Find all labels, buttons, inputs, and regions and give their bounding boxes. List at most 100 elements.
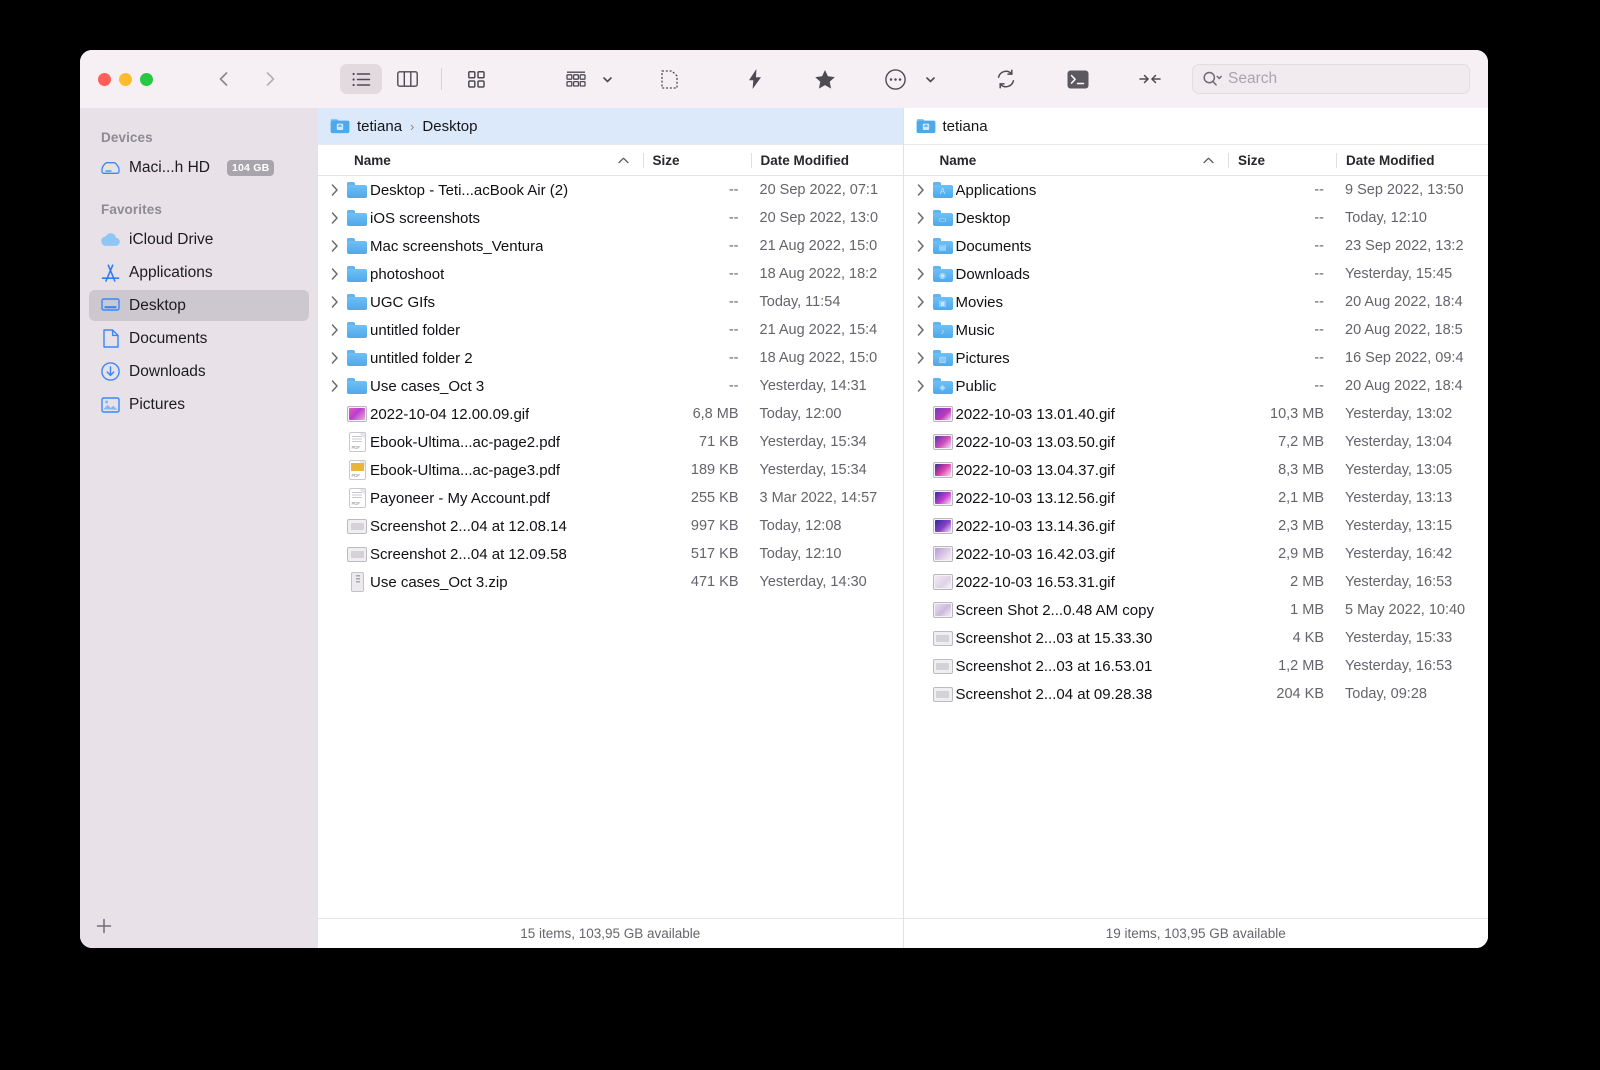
back-icon[interactable] (214, 69, 234, 89)
file-name-label: untitled folder 2 (370, 349, 473, 367)
table-row[interactable]: 2022-10-03 16.42.03.gif 2,9 MB Yesterday, … (904, 540, 1489, 568)
column-date-modified[interactable]: Date Modified (750, 152, 903, 168)
sidebar-item-documents[interactable]: Documents (89, 323, 309, 354)
table-row[interactable]: Desktop - Teti...acBook Air (2) -- 20 Sep … (318, 176, 903, 204)
table-row[interactable]: Mac screenshots_Ventura -- 21 Aug 2022, 15… (318, 232, 903, 260)
table-row[interactable]: untitled folder 2 -- 18 Aug 2022, 15:0 (318, 344, 903, 372)
chevron-right-icon[interactable] (326, 352, 344, 364)
table-row[interactable]: 2022-10-03 13.03.50.gif 7,2 MB Yesterday, … (904, 428, 1489, 456)
table-row[interactable]: A Applications -- 9 Sep 2022, 13:50 (904, 176, 1489, 204)
quick-actions-icon[interactable] (734, 64, 776, 94)
add-sidebar-item-button[interactable] (94, 916, 114, 936)
search-field[interactable]: Search (1192, 64, 1470, 94)
terminal-icon[interactable] (1057, 64, 1099, 94)
row-name-cell: 2022-10-03 13.03.50.gif (904, 434, 1229, 451)
table-row[interactable]: Screenshot 2...03 at 16.53.01 1,2 MB Yeste… (904, 652, 1489, 680)
chevron-right-icon[interactable] (326, 268, 344, 280)
breadcrumb-part-1[interactable]: Desktop (422, 118, 477, 135)
chevron-right-icon[interactable] (326, 240, 344, 252)
table-row[interactable]: iOS screenshots -- 20 Sep 2022, 13:0 (318, 204, 903, 232)
merge-panes-icon[interactable] (1129, 64, 1171, 94)
table-row[interactable]: 2022-10-03 13.01.40.gif 10,3 MB Yesterday,… (904, 400, 1489, 428)
chevron-right-icon[interactable] (912, 184, 930, 196)
column-size[interactable]: Size (642, 152, 751, 168)
more-actions-icon[interactable] (874, 64, 916, 94)
chevron-right-icon[interactable] (912, 352, 930, 364)
list-view-button[interactable] (340, 64, 382, 94)
gif-thumbnail-icon (932, 462, 953, 478)
table-row[interactable]: ▣ Movies -- 20 Aug 2022, 18:4 (904, 288, 1489, 316)
file-list-left[interactable]: Desktop - Teti...acBook Air (2) -- 20 Sep … (318, 176, 903, 918)
sidebar-item-downloads[interactable]: Downloads (89, 356, 309, 387)
table-row[interactable]: ♪ Music -- 20 Aug 2022, 18:5 (904, 316, 1489, 344)
table-row[interactable]: Use cases_Oct 3 -- Yesterday, 14:31 (318, 372, 903, 400)
status-bar-right: 19 items, 103,95 GB available (903, 918, 1488, 948)
chevron-right-icon[interactable] (912, 324, 930, 336)
column-size[interactable]: Size (1228, 152, 1336, 168)
group-by-button[interactable] (555, 64, 597, 94)
sidebar-item-macintosh-hd[interactable]: Maci...h HD 104 GB (89, 152, 309, 183)
sidebar-item-pictures[interactable]: Pictures (89, 389, 309, 420)
table-row[interactable]: ▨ Pictures -- 16 Sep 2022, 09:4 (904, 344, 1489, 372)
chevron-right-icon[interactable] (912, 268, 930, 280)
column-name[interactable]: Name (904, 153, 1229, 168)
chevron-down-icon[interactable] (601, 73, 614, 86)
column-name[interactable]: Name (318, 153, 643, 168)
breadcrumb-part-0[interactable]: tetiana (943, 118, 988, 135)
table-row[interactable]: Screen Shot 2...0.48 AM copy 1 MB 5 May 20… (904, 596, 1489, 624)
table-row[interactable]: Screenshot 2...04 at 12.08.14 997 KB Today… (318, 512, 903, 540)
breadcrumb-part-0[interactable]: tetiana (357, 118, 402, 135)
chevron-right-icon[interactable] (326, 296, 344, 308)
table-row[interactable]: Screenshot 2...03 at 15.33.30 4 KB Yesterd… (904, 624, 1489, 652)
table-row[interactable]: Screenshot 2...04 at 09.28.38 204 KB Today… (904, 680, 1489, 708)
table-row[interactable]: ▭ Desktop -- Today, 12:10 (904, 204, 1489, 232)
chevron-right-icon[interactable] (326, 184, 344, 196)
table-row[interactable]: untitled folder -- 21 Aug 2022, 15:4 (318, 316, 903, 344)
close-button[interactable] (98, 72, 111, 86)
sidebar-item-applications[interactable]: Applications (89, 257, 309, 288)
table-row[interactable]: PDF Ebook-Ultima...ac-page3.pdf 189 KB Yest… (318, 456, 903, 484)
file-name-label: Movies (955, 293, 1004, 311)
row-size-cell: 2,9 MB (1278, 546, 1324, 562)
table-row[interactable]: Use cases_Oct 3.zip 471 KB Yesterday, 14:3… (318, 568, 903, 596)
table-row[interactable]: 2022-10-03 13.12.56.gif 2,1 MB Yesterday, … (904, 484, 1489, 512)
chevron-right-icon[interactable] (326, 212, 344, 224)
chevron-down-icon-2[interactable] (924, 73, 937, 86)
sidebar-item-desktop[interactable]: Desktop (89, 290, 309, 321)
table-row[interactable]: 2022-10-03 13.14.36.gif 2,3 MB Yesterday, … (904, 512, 1489, 540)
breadcrumb-right[interactable]: tetiana (904, 108, 1489, 144)
sidebar-item-icloud-drive[interactable]: iCloud Drive (89, 224, 309, 255)
table-row[interactable]: UGC GIfs -- Today, 11:54 (318, 288, 903, 316)
column-view-button[interactable] (386, 64, 428, 94)
tag-star-icon[interactable] (804, 64, 846, 94)
row-size-cell: -- (1314, 322, 1324, 338)
preview-pane-button[interactable] (648, 64, 690, 94)
sync-icon[interactable] (985, 64, 1027, 94)
table-row[interactable]: PDF Ebook-Ultima...ac-page2.pdf 71 KB Yeste… (318, 428, 903, 456)
chevron-right-icon[interactable] (326, 380, 344, 392)
table-row[interactable]: PDF Payoneer - My Account.pdf 255 KB 3 Mar … (318, 484, 903, 512)
table-row[interactable]: 2022-10-04 12.00.09.gif 6,8 MB Today, 12:0… (318, 400, 903, 428)
zoom-button[interactable] (140, 72, 153, 86)
breadcrumb-left[interactable]: tetiana › Desktop (318, 108, 903, 144)
chevron-right-icon[interactable] (912, 380, 930, 392)
forward-icon[interactable] (260, 69, 280, 89)
minimize-button[interactable] (119, 72, 132, 86)
table-row[interactable]: ◉ Downloads -- Yesterday, 15:45 (904, 260, 1489, 288)
table-row[interactable]: 2022-10-03 16.53.31.gif 2 MB Yesterday, 16… (904, 568, 1489, 596)
table-row[interactable]: Screenshot 2...04 at 12.09.58 517 KB Today… (318, 540, 903, 568)
table-row[interactable]: photoshoot -- 18 Aug 2022, 18:2 (318, 260, 903, 288)
row-size-cell: 2,1 MB (1278, 490, 1324, 506)
chevron-right-icon[interactable] (912, 296, 930, 308)
column-date-modified[interactable]: Date Modified (1336, 152, 1488, 168)
table-row[interactable]: 2022-10-03 13.04.37.gif 8,3 MB Yesterday, … (904, 456, 1489, 484)
file-list-right[interactable]: A Applications -- 9 Sep 2022, 13:50 ▭ Desktop… (904, 176, 1489, 918)
chevron-right-icon[interactable] (326, 324, 344, 336)
table-row[interactable]: ◈ Public -- 20 Aug 2022, 18:4 (904, 372, 1489, 400)
gallery-view-button[interactable] (455, 64, 497, 94)
pdf-file-icon: PDF (348, 432, 366, 452)
row-date-cell: 9 Sep 2022, 13:50 (1345, 182, 1464, 198)
chevron-right-icon[interactable] (912, 240, 930, 252)
chevron-right-icon[interactable] (912, 212, 930, 224)
table-row[interactable]: ▤ Documents -- 23 Sep 2022, 13:2 (904, 232, 1489, 260)
